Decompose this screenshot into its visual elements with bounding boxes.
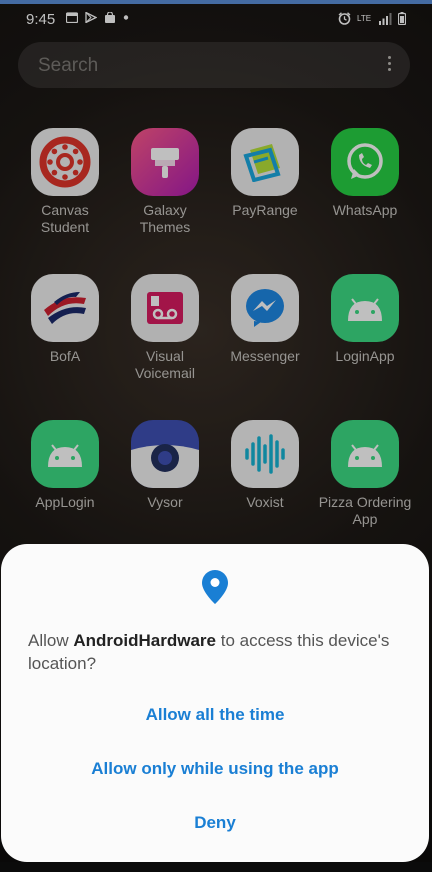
- bottom-edge: [0, 862, 432, 872]
- dialog-message: Allow AndroidHardware to access this dev…: [28, 629, 408, 675]
- home-screen: 9:45 LTE Search Canvas Student Galaxy Th…: [0, 0, 432, 872]
- deny-button[interactable]: Deny: [1, 813, 429, 833]
- location-permission-dialog: Allow AndroidHardware to access this dev…: [1, 544, 429, 862]
- app-name: AndroidHardware: [73, 631, 216, 650]
- location-pin-icon: [202, 570, 228, 604]
- message-prefix: Allow: [28, 631, 74, 650]
- allow-while-using-button[interactable]: Allow only while using the app: [1, 759, 429, 779]
- allow-all-the-time-button[interactable]: Allow all the time: [1, 705, 429, 725]
